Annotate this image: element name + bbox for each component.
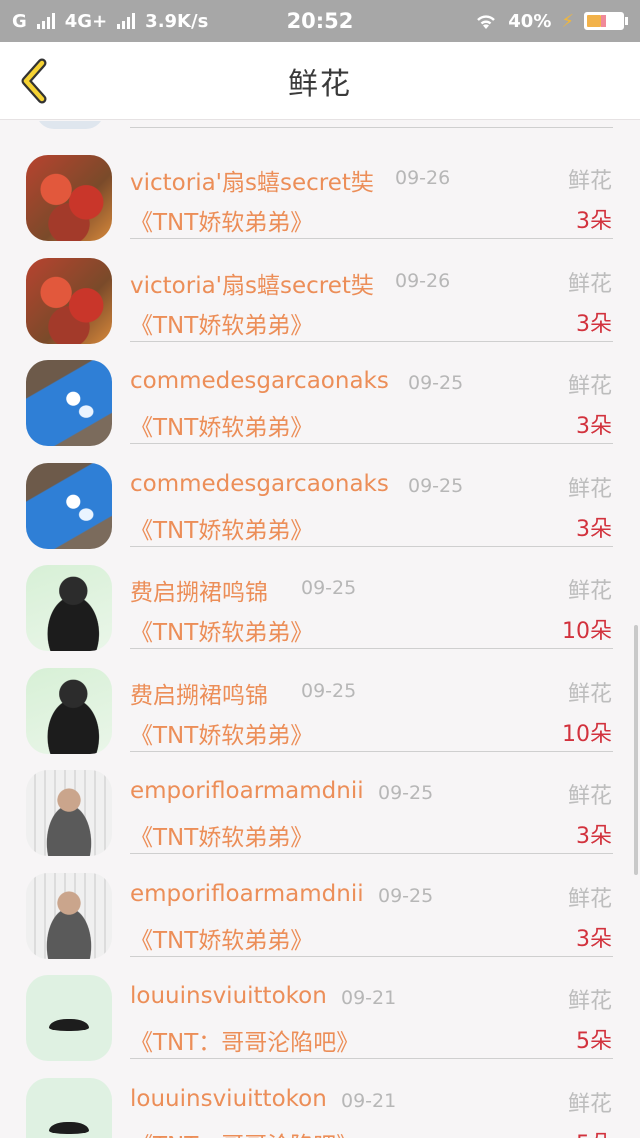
flower-count: 10朵	[562, 619, 612, 644]
divider	[130, 127, 613, 128]
status-right: 40% ⚡	[474, 11, 628, 32]
header: 鲜花	[0, 42, 640, 120]
avatar[interactable]	[26, 462, 112, 549]
sender-name[interactable]: 费启搠裙鸣锦	[130, 676, 268, 710]
battery-percent: 40%	[508, 10, 552, 32]
flower-count: 3朵	[576, 414, 612, 439]
list-item[interactable]: emporifloarmamdnii 09-25 鲜花 《TNT娇软弟弟》 3朵	[0, 847, 640, 959]
avatar[interactable]	[26, 257, 112, 344]
list-item[interactable]: 费启搠裙鸣锦 09-25 鲜花 《TNT娇软弟弟》 10朵	[0, 539, 640, 651]
status-bar: G 4G+ 3.9K/s 20:52 40% ⚡	[0, 0, 640, 42]
signal-icon-2	[117, 13, 136, 29]
flower-count: 3朵	[576, 516, 612, 542]
avatar[interactable]	[26, 360, 112, 446]
date: 09-21	[341, 987, 397, 1009]
wifi-icon	[477, 15, 496, 29]
date: 09-25	[408, 474, 464, 497]
list-item[interactable]: commedesgarcaonaks 09-25 鲜花 《TNT娇软弟弟》 3朵	[0, 437, 640, 549]
list-item[interactable]: louuinsviuittokon 09-21 鲜花 《TNT：哥哥沦陷吧》 5…	[0, 949, 640, 1061]
gift-label: 鲜花	[567, 271, 612, 297]
avatar[interactable]	[26, 1077, 112, 1138]
avatar[interactable]	[26, 975, 112, 1061]
list-item[interactable]: victoria'扇s蟢secret奘 09-26 鲜花 《TNT娇软弟弟》 3…	[0, 129, 640, 241]
gift-label: 鲜花	[567, 989, 612, 1014]
carrier-1: G	[12, 10, 27, 32]
avatar[interactable]	[26, 155, 112, 241]
sender-name[interactable]: victoria'扇s蟢secret奘	[130, 266, 374, 300]
avatar[interactable]	[26, 872, 112, 959]
work-title[interactable]: 《TNT：哥哥沦陷吧》	[130, 1126, 359, 1138]
date: 09-25	[301, 577, 357, 599]
date: 09-21	[341, 1089, 397, 1112]
sender-name[interactable]: commedesgarcaonaks	[130, 471, 389, 497]
gift-label: 鲜花	[567, 476, 612, 502]
gift-label: 鲜花	[567, 784, 612, 809]
gift-label: 鲜花	[567, 374, 612, 399]
sender-name[interactable]: louuinsviuittokon	[130, 1086, 327, 1112]
sender-name[interactable]: 费启搠裙鸣锦	[130, 573, 268, 607]
sender-name[interactable]: commedesgarcaonaks	[130, 368, 389, 394]
flower-count: 3朵	[576, 926, 612, 952]
date: 09-26	[395, 167, 451, 189]
network-speed: 3.9K/s	[145, 10, 209, 32]
date: 09-26	[395, 269, 451, 292]
flower-count: 5朵	[576, 1029, 612, 1054]
list-item[interactable]: 费启搠裙鸣锦 09-25 鲜花 《TNT娇软弟弟》 10朵	[0, 642, 640, 754]
flower-count: 3朵	[576, 311, 612, 337]
avatar[interactable]	[26, 667, 112, 754]
gift-label: 鲜花	[567, 681, 612, 707]
avatar-partial	[36, 121, 104, 129]
flower-count: 5朵	[576, 1126, 612, 1138]
avatar[interactable]	[26, 770, 112, 856]
battery-icon	[584, 12, 628, 30]
sender-name[interactable]: emporifloarmamdnii	[130, 881, 364, 907]
scrollbar[interactable]	[634, 625, 638, 875]
list-item[interactable]: victoria'扇s蟢secret奘 09-26 鲜花 《TNT娇软弟弟》 3…	[0, 232, 640, 344]
gift-label: 鲜花	[567, 886, 612, 912]
mustache-icon	[49, 1121, 89, 1134]
date: 09-25	[408, 372, 464, 394]
carrier-2: 4G+	[64, 10, 108, 32]
avatar[interactable]	[26, 565, 112, 651]
gift-label: 鲜花	[567, 579, 612, 604]
date: 09-25	[301, 679, 357, 702]
flower-list[interactable]: victoria'扇s蟢secret奘 09-26 鲜花 《TNT娇软弟弟》 3…	[0, 121, 640, 1138]
flower-count: 3朵	[576, 824, 612, 849]
gift-label: 鲜花	[567, 169, 612, 194]
date: 09-25	[378, 782, 434, 804]
mustache-icon	[49, 1019, 89, 1031]
page-title: 鲜花	[288, 66, 352, 102]
sender-name[interactable]: emporifloarmamdnii	[130, 778, 364, 804]
list-item[interactable]: emporifloarmamdnii 09-25 鲜花 《TNT娇软弟弟》 3朵	[0, 744, 640, 856]
date: 09-25	[378, 884, 434, 907]
signal-icon	[36, 13, 55, 29]
status-left: G 4G+ 3.9K/s	[12, 11, 208, 32]
sender-name[interactable]: victoria'扇s蟢secret奘	[130, 163, 374, 197]
back-arrow-icon[interactable]	[16, 58, 52, 104]
gift-label: 鲜花	[567, 1091, 612, 1117]
sender-name[interactable]: louuinsviuittokon	[130, 983, 327, 1009]
flower-count: 10朵	[562, 721, 612, 747]
list-item[interactable]: louuinsviuittokon 09-21 鲜花 《TNT：哥哥沦陷吧》 5…	[0, 1052, 640, 1138]
flower-count: 3朵	[576, 209, 612, 234]
charging-icon: ⚡	[561, 10, 574, 32]
list-item[interactable]: commedesgarcaonaks 09-25 鲜花 《TNT娇软弟弟》 3朵	[0, 334, 640, 446]
